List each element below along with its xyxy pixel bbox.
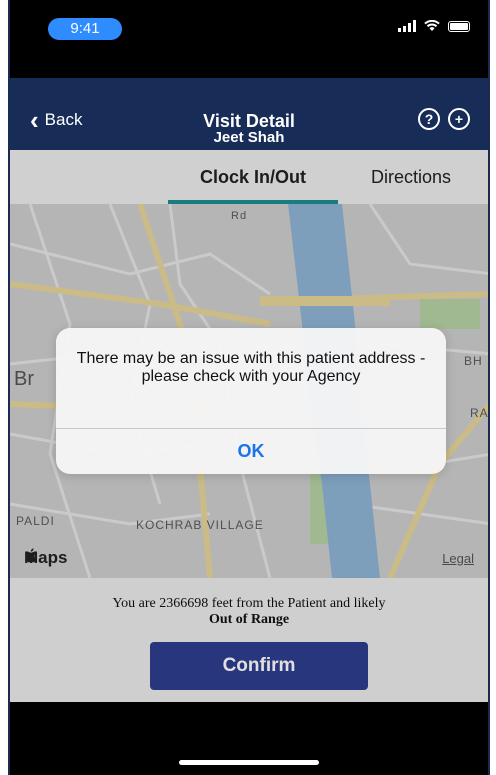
alert-message: There may be an issue with this patient …: [76, 350, 426, 385]
status-icons: [398, 20, 470, 32]
wifi-icon: [424, 20, 440, 31]
phone-screen: 9:41 ‹ Back Visit Detail Jeet Shah ? + C…: [8, 0, 490, 775]
battery-icon: [448, 20, 470, 32]
help-button[interactable]: ?: [418, 108, 440, 130]
cellular-signal-icon: [398, 20, 416, 32]
alert-dialog: There may be an issue with this patient …: [56, 328, 446, 474]
page-subtitle: Jeet Shah: [213, 129, 285, 146]
home-indicator[interactable]: [179, 760, 319, 765]
status-bar: 9:41: [10, 0, 488, 78]
status-time: 9:41: [48, 18, 122, 40]
question-circle-icon: ?: [424, 111, 434, 127]
navigation-bar: ‹ Back Visit Detail Jeet Shah ? +: [10, 78, 488, 150]
bottom-bar: [10, 702, 488, 775]
add-button[interactable]: +: [448, 108, 470, 130]
nav-actions: ? +: [418, 108, 470, 130]
page-title: Visit Detail: [203, 111, 295, 131]
ok-button[interactable]: OK: [56, 428, 446, 474]
plus-circle-icon: +: [454, 111, 464, 127]
